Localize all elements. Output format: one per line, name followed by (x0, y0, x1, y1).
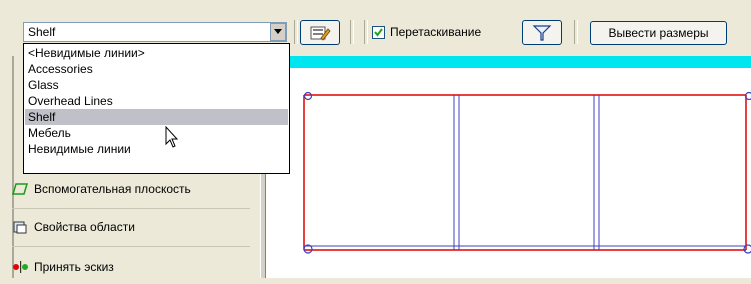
filter-button[interactable] (522, 20, 562, 45)
filter-icon (532, 24, 552, 42)
dropdown-item[interactable]: Glass (25, 77, 288, 93)
finish-sketch-icon (12, 259, 28, 275)
toolbar-separator (350, 20, 354, 44)
checkmark-icon (374, 28, 383, 37)
layer-combo-value: Shelf (28, 25, 55, 39)
properties-button[interactable] (300, 20, 340, 45)
sketch-drawing (266, 68, 751, 278)
region-properties-item[interactable]: Свойства области (12, 210, 252, 244)
show-dimensions-label: Вывести размеры (608, 26, 708, 40)
layer-dropdown-list: <Невидимые линии> Accessories Glass Over… (23, 43, 290, 174)
dropdown-item[interactable]: Невидимые линии (25, 141, 288, 157)
ref-plane-label: Вспомогательная плоскость (34, 182, 191, 196)
panel-border (12, 56, 14, 278)
finish-sketch-label: Принять эскиз (34, 260, 114, 274)
drag-checkbox[interactable] (372, 26, 385, 39)
drag-checkbox-label: Перетаскивание (390, 25, 481, 39)
dropdown-item[interactable]: <Невидимые линии> (25, 45, 288, 61)
region-properties-icon (12, 219, 28, 235)
dropdown-item[interactable]: Overhead Lines (25, 93, 288, 109)
toolbar-separator (574, 20, 578, 44)
mouse-cursor-icon (165, 126, 181, 150)
dropdown-item-selected[interactable]: Shelf (25, 109, 288, 125)
region-properties-label: Свойства области (34, 220, 135, 234)
toolbar-separator (294, 20, 298, 44)
dropdown-item[interactable]: Accessories (25, 61, 288, 77)
top-strip (0, 0, 751, 15)
properties-icon (309, 24, 331, 42)
finish-sketch-item[interactable]: Принять эскиз (12, 250, 252, 284)
panel-divider (12, 208, 250, 209)
drawing-canvas[interactable] (266, 68, 751, 278)
chevron-down-icon (274, 29, 282, 35)
drawing-highlight-bar (266, 56, 751, 68)
toolbar-separator (364, 20, 368, 44)
show-dimensions-button[interactable]: Вывести размеры (590, 21, 727, 45)
ref-plane-item[interactable]: Вспомогательная плоскость (12, 172, 252, 206)
ref-plane-icon (12, 181, 28, 197)
layer-combo[interactable]: Shelf (23, 22, 287, 42)
combo-dropdown-button[interactable] (270, 23, 286, 41)
dropdown-item[interactable]: Мебель (25, 125, 288, 141)
panel-divider (12, 246, 250, 247)
